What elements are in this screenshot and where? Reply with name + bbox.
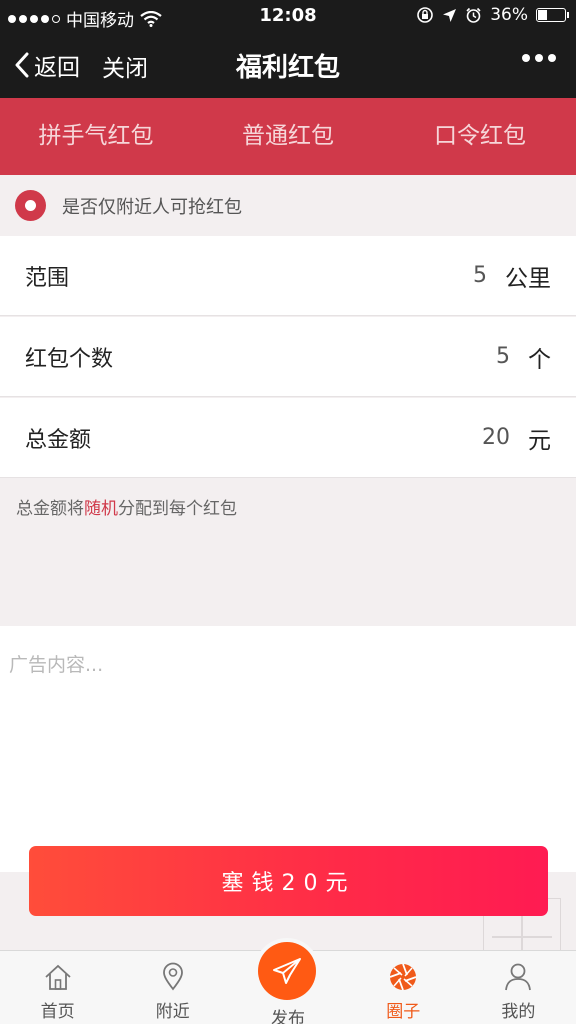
nearby-label: 是否仅附近人可抢红包 bbox=[62, 196, 242, 218]
paper-plane-icon bbox=[273, 958, 301, 984]
amount-row: 总金额 20 元 bbox=[0, 398, 576, 478]
status-right: 36% bbox=[416, 5, 569, 25]
hint-accent: 随机 bbox=[84, 499, 118, 519]
page-title: 福利红包 bbox=[235, 53, 340, 83]
status-bar: 中国移动 12:08 36% bbox=[0, 0, 576, 32]
tab-normal-packet[interactable]: 普通红包 bbox=[192, 98, 384, 175]
amount-hint: 总金额将随机分配到每个红包 bbox=[16, 494, 237, 519]
aperture-icon bbox=[389, 963, 417, 991]
more-menu-button[interactable] bbox=[522, 54, 556, 62]
more-dots-icon bbox=[522, 54, 530, 62]
nearby-radio[interactable] bbox=[15, 190, 46, 221]
tabbar-label-publish: 发布 bbox=[271, 1009, 305, 1024]
range-label: 范围 bbox=[25, 265, 70, 291]
range-row: 范围 5 公里 bbox=[0, 236, 576, 316]
battery-percent: 36% bbox=[490, 5, 528, 25]
amount-unit: 元 bbox=[528, 427, 551, 454]
count-unit: 个 bbox=[528, 346, 551, 373]
home-icon bbox=[44, 964, 71, 990]
packet-type-tabs: 拼手气红包 普通红包 口令红包 bbox=[0, 98, 576, 175]
nav-bar: 返回 关闭 福利红包 bbox=[0, 32, 576, 98]
count-row: 红包个数 5 个 bbox=[0, 317, 576, 397]
ad-placeholder: 广告内容... bbox=[9, 654, 104, 676]
amount-label: 总金额 bbox=[25, 427, 92, 453]
battery-icon bbox=[536, 8, 569, 22]
count-label: 红包个数 bbox=[25, 346, 114, 372]
range-unit: 公里 bbox=[505, 265, 551, 292]
hint-prefix: 总金额将 bbox=[16, 499, 84, 519]
location-pin-icon bbox=[162, 962, 183, 991]
publish-button[interactable] bbox=[258, 942, 316, 1000]
ad-content-field[interactable]: 广告内容... bbox=[0, 626, 576, 872]
tab-password-packet[interactable]: 口令红包 bbox=[384, 98, 576, 175]
tab-lucky-packet[interactable]: 拼手气红包 bbox=[0, 98, 192, 175]
alarm-icon bbox=[466, 7, 481, 23]
nearby-only-option[interactable]: 是否仅附近人可抢红包 bbox=[0, 175, 576, 236]
pay-button[interactable]: 塞钱20元 bbox=[29, 846, 548, 916]
count-input[interactable]: 5 bbox=[496, 344, 510, 369]
user-icon bbox=[505, 963, 532, 991]
amount-input[interactable]: 20 bbox=[482, 425, 510, 450]
hint-suffix: 分配到每个红包 bbox=[118, 499, 237, 519]
rotation-lock-icon bbox=[417, 7, 434, 23]
location-arrow-icon bbox=[443, 8, 457, 22]
range-input[interactable]: 5 bbox=[473, 263, 487, 288]
